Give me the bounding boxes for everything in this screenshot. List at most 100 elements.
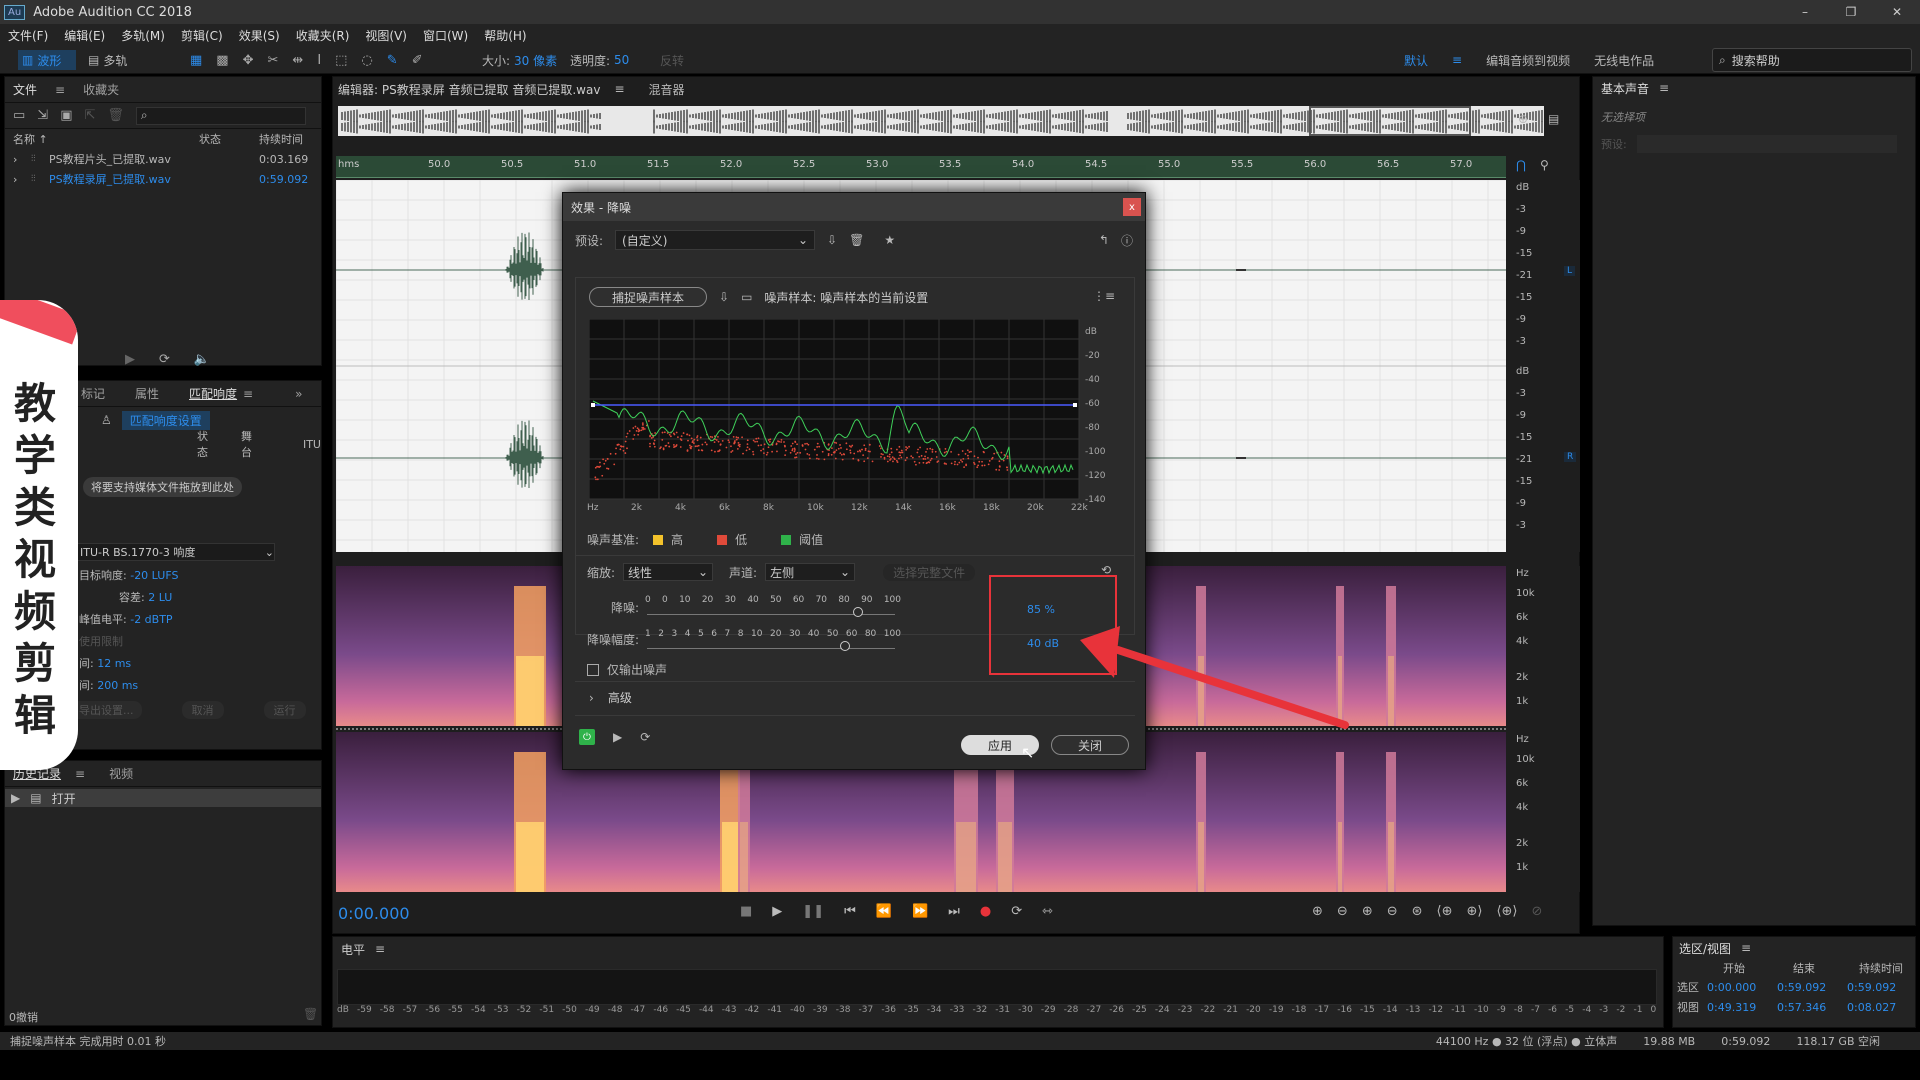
pin-icon[interactable]: ⚲ [1540,158,1549,172]
restore-button[interactable]: ❐ [1828,5,1874,19]
info-icon[interactable]: ⓘ [1121,232,1133,249]
menu-item[interactable]: 效果(S) [239,27,280,44]
match-loudness-settings-button[interactable]: 匹配响度设置 [122,411,210,430]
route-channels-icon[interactable]: ↰ [1099,233,1109,247]
zoom-out-amplitude-icon[interactable]: ⊖ [1337,904,1348,919]
overview-menu-icon[interactable]: ▤ [1548,112,1559,126]
selection-duration[interactable]: 0:08.027 [1847,1001,1907,1014]
tolerance-value[interactable]: 2 LU [148,591,172,604]
selection-duration[interactable]: 0:59.092 [1847,981,1907,994]
panel-menu-icon[interactable]: ≡ [375,942,385,956]
capture-noise-sample-button[interactable]: 捕捉噪声样本 [589,287,707,307]
chevron-right-icon[interactable]: › [13,173,31,186]
menu-item[interactable]: 窗口(W) [423,27,468,44]
close-window-button[interactable]: ✕ [1874,5,1920,19]
run-loudness-button[interactable]: 运行 [264,701,306,719]
tab-files[interactable]: 文件 [13,81,37,98]
invert-button[interactable]: 反转 [660,52,684,69]
output-noise-checkbox[interactable] [587,664,599,676]
snap-icon[interactable]: ⋂ [1516,158,1526,172]
razor-tool-icon[interactable]: ✂ [268,53,279,68]
rewind-icon[interactable]: ⏪ [876,904,892,919]
selection-end[interactable]: 0:59.092 [1777,981,1847,994]
record-icon[interactable]: ● [980,904,991,919]
amount-slider-knob[interactable] [840,641,850,651]
minimize-button[interactable]: – [1782,5,1828,19]
panel-menu-icon[interactable]: ≡ [75,767,85,781]
insert-multitrack-icon[interactable]: ⇱ [85,108,96,123]
dialog-close-icon[interactable]: x [1123,198,1141,216]
tab-editor[interactable]: 编辑器: PS教程录屏 音频已提取 音频已提取.wav [338,81,600,98]
preview-play-icon[interactable]: ▶ [613,730,622,744]
selection-start[interactable]: 0:49.319 [1707,1001,1777,1014]
go-end-icon[interactable]: ⏭ [948,904,960,919]
menu-item[interactable]: 编辑(E) [64,27,105,44]
target-loudness-value[interactable]: -20 LUFS [130,569,178,582]
workspace-default[interactable]: 默认 [1404,52,1428,69]
tab-match-loudness[interactable]: 匹配响度 [189,385,237,402]
panel-menu-icon[interactable]: ≡ [243,387,253,401]
zoom-to-fit-icon[interactable]: ⊕ [1518,112,1528,126]
pause-icon[interactable]: ❚❚ [802,904,824,919]
standard-select[interactable]: ITU-R BS.1770-3 响度 ⌄ [75,543,275,561]
selection-start[interactable]: 0:00.000 [1707,981,1777,994]
panel-menu-icon[interactable]: ≡ [614,82,624,96]
amount-value[interactable]: 40 [1027,637,1041,650]
zoom-selection-out-icon[interactable]: ⊕⟩ [1467,904,1483,919]
brush-opacity-value[interactable]: 50 [614,53,629,67]
loop-icon[interactable]: ⟳ [159,352,170,367]
trash-icon[interactable]: 🗑 [303,1007,318,1021]
pitch-view-icon[interactable]: ▩ [216,53,228,68]
workspace-edit-video[interactable]: 编辑音频到视频 [1486,52,1570,69]
panel-menu-icon[interactable]: ≡ [1741,941,1751,955]
import-icon[interactable]: ⇲ [37,108,48,123]
cancel-loudness-button[interactable]: 取消 [182,701,224,719]
select-entire-file-button[interactable]: 选择完整文件 [883,564,975,581]
files-search-input[interactable]: ⌕ [136,107,306,125]
release-value[interactable]: 200 ms [97,679,138,692]
scale-select[interactable]: 线性 ⌄ [623,563,713,581]
tab-markers[interactable]: 标记 [81,385,105,402]
play-icon[interactable]: ▶ [772,904,782,919]
peak-value[interactable]: -2 dBTP [130,613,172,626]
help-search[interactable]: ⌕ 搜索帮助 [1712,48,1912,72]
marquee-icon[interactable]: ⬚ [335,53,347,68]
favorite-star-icon[interactable]: ★ [884,233,895,247]
selection-end[interactable]: 0:57.346 [1777,1001,1847,1014]
preset-select[interactable]: (自定义) ⌄ [615,230,815,250]
menu-item[interactable]: 视图(V) [365,27,407,44]
lookahead-value[interactable]: 12 ms [97,657,131,670]
file-row[interactable]: › ⫶⫶ PS教程录屏_已提取.wav 0:59.092 [5,169,321,189]
zoom-full-icon[interactable]: ⊛ [1412,904,1423,919]
tab-video[interactable]: 视频 [109,765,133,782]
zoom-in-amplitude-icon[interactable]: ⊕ [1312,904,1323,919]
noise-profile-graph[interactable] [589,319,1119,515]
play-icon[interactable]: ▶ [125,352,135,367]
power-toggle-icon[interactable]: ⏻ [579,729,595,745]
zoom-both-icon[interactable]: ⟨⊕⟩ [1496,904,1517,919]
panel-overflow-icon[interactable]: » [295,387,302,401]
multitrack-view-button[interactable]: ▤ 多轨 [88,50,146,70]
spectral-view-icon[interactable]: ▦ [190,53,202,68]
advanced-toggle[interactable]: › 高级 [589,689,632,706]
panel-menu-icon[interactable]: ≡ [1659,81,1669,95]
waveform-view-button[interactable]: ▥ 波形 [18,50,76,70]
overview-waveform[interactable] [338,106,1544,136]
delete-icon[interactable]: 🗑 [107,108,124,123]
stop-icon[interactable]: ■ [740,904,752,919]
skip-selection-icon[interactable]: ⇿ [1042,904,1053,919]
tab-favorites[interactable]: 收藏夹 [83,81,119,98]
time-ruler[interactable]: hms 50.0 50.5 51.0 51.5 52.0 52.5 53.0 53.5 54.0 5… [336,156,1506,178]
tab-properties[interactable]: 属性 [135,385,159,402]
reduction-slider-knob[interactable] [853,607,863,617]
essential-preset-select[interactable] [1637,135,1897,153]
amount-slider[interactable] [647,645,895,649]
preview-loop-icon[interactable]: ⟳ [640,730,650,744]
menu-item[interactable]: 剪辑(C) [181,27,223,44]
reduction-value[interactable]: 85 [1027,603,1041,616]
menu-item[interactable]: 文件(F) [8,27,48,44]
tab-mixer[interactable]: 混音器 [649,81,685,98]
open-file-icon[interactable]: ▭ [13,108,25,123]
graph-menu-icon[interactable]: ⋮≡ [1093,289,1115,303]
current-time[interactable]: 0:00.000 [338,904,410,923]
